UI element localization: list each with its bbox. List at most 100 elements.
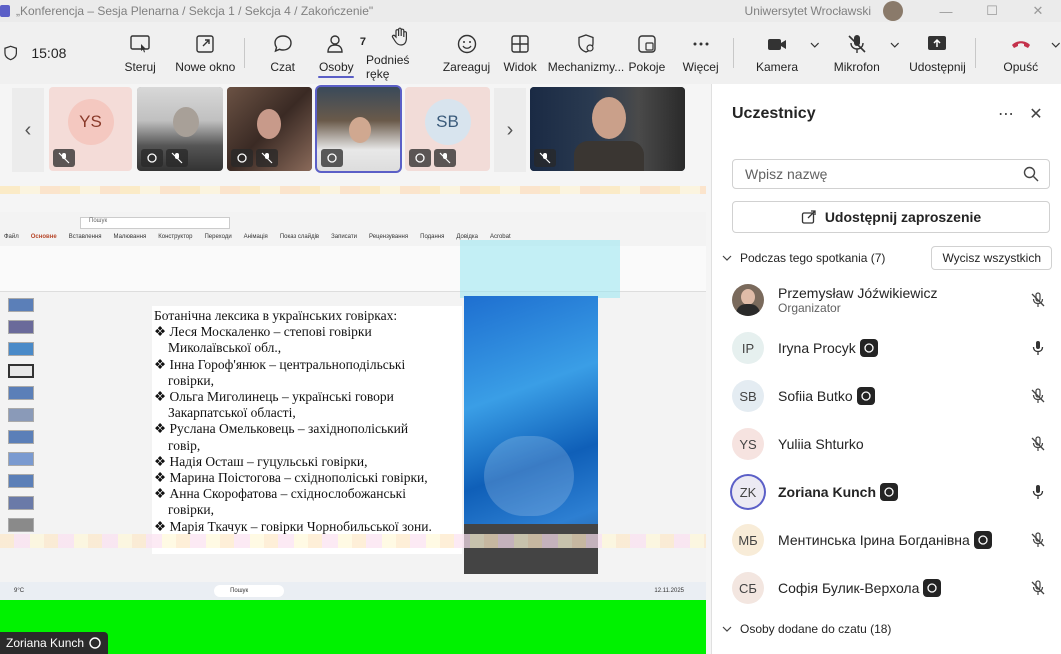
- share-invite-label: Udostępnij zaproszenie: [824, 209, 982, 225]
- pop-out-icon: [196, 34, 214, 53]
- view-label: Widok: [503, 59, 537, 74]
- video-tile-active-speaker[interactable]: [317, 87, 400, 171]
- participant-name-block: Zoriana Kunch: [778, 483, 1030, 501]
- view-button[interactable]: Widok: [496, 22, 544, 84]
- search-icon: [1023, 166, 1039, 182]
- close-panel-icon[interactable]: ✕: [1021, 104, 1051, 124]
- participant-face: [257, 109, 281, 139]
- react-button[interactable]: Zareaguj: [441, 22, 493, 84]
- share-invite-button[interactable]: Udostępnij zaproszenie: [732, 201, 1050, 233]
- panel-title: Uczestnicy: [732, 105, 816, 122]
- ppt-menu-item: Записати: [331, 234, 357, 240]
- scroll-right-button[interactable]: ›: [494, 88, 526, 172]
- video-tile[interactable]: SB: [405, 87, 490, 171]
- leave-label: Opuść: [1003, 59, 1039, 74]
- slide-thumbnail: [8, 364, 34, 378]
- hand-raised-icon: [923, 579, 942, 597]
- smiley-icon: [457, 34, 476, 53]
- maximize-icon[interactable]: ☐: [969, 3, 1015, 19]
- leave-options-chevron-icon[interactable]: [1051, 40, 1061, 50]
- windows-taskbar: 9°C Пошук 12.11.2025: [0, 582, 706, 600]
- control-icon: [130, 34, 150, 52]
- more-options-icon[interactable]: ⋯: [991, 104, 1021, 124]
- participant-row[interactable]: ZK Zoriana Kunch: [732, 468, 1052, 516]
- ppt-menu-item: Основне: [30, 234, 57, 240]
- share-screen-icon: [928, 35, 947, 50]
- hand-raised-icon: [856, 387, 875, 405]
- mute-all-button[interactable]: Wycisz wszystkich: [931, 246, 1052, 270]
- steruj-button[interactable]: Steruj: [112, 22, 169, 84]
- slide-line: ❖ Леся Москаленко – степові говірки: [154, 324, 372, 340]
- slide-line: ❖ Інна Гороф'янюк – центральноподільські: [154, 356, 406, 372]
- video-tile[interactable]: [137, 87, 223, 171]
- participant-name: Zoriana Kunch: [778, 484, 877, 500]
- leave-button[interactable]: Opuść: [994, 22, 1047, 84]
- share-button[interactable]: Udostępnij: [908, 22, 967, 84]
- ppt-menu-item: Малювання: [113, 234, 147, 240]
- chevron-down-icon: [722, 255, 732, 261]
- ppt-title-bar: Пошук: [0, 212, 706, 234]
- video-tile[interactable]: YS: [49, 87, 132, 171]
- mic-off-icon: [256, 149, 278, 167]
- close-window-icon[interactable]: ✕: [1015, 3, 1061, 19]
- video-tile[interactable]: [530, 87, 685, 171]
- taskbar-date: 12.11.2025: [654, 588, 684, 594]
- raise-hand-label: Podnieś rękę: [366, 52, 410, 81]
- raise-hand-button[interactable]: Podnieś rękę: [366, 22, 435, 84]
- hand-raised-icon: [141, 149, 163, 167]
- toolbar-divider: [975, 38, 977, 68]
- hand-icon: [392, 27, 408, 46]
- participant-row[interactable]: МБ Ментинська Ірина Богданівна: [732, 516, 1052, 564]
- slide-line: говірки,: [168, 372, 214, 388]
- camera-options-chevron-icon[interactable]: [810, 40, 820, 50]
- chat-added-section-header[interactable]: Osoby dodane do czatu (18): [722, 622, 891, 636]
- mic-off-icon: [434, 149, 456, 167]
- toolbar-divider: [733, 38, 735, 68]
- more-button[interactable]: Więcej: [676, 22, 726, 84]
- participant-list: Przemysław Jóźwikiewicz Organizator IP I…: [732, 276, 1052, 612]
- window-title: „Konferencja – Sesja Plenarna / Sekcja 1…: [16, 4, 374, 18]
- participant-row[interactable]: Przemysław Jóźwikiewicz Organizator: [732, 276, 1052, 324]
- scroll-left-button[interactable]: ‹: [12, 88, 44, 172]
- avatar: [732, 284, 764, 316]
- mic-on-icon: [1032, 341, 1044, 355]
- account-avatar[interactable]: [883, 1, 903, 21]
- microphone-button[interactable]: Mikrofon: [827, 22, 886, 84]
- people-button[interactable]: 7 Osoby: [311, 22, 366, 84]
- participant-name-block: Sofiia Butko: [778, 387, 1030, 405]
- participant-search-input[interactable]: Wpisz nazwę: [732, 159, 1050, 189]
- steruj-label: Steruj: [124, 59, 156, 74]
- ppt-menu-item: Рецензування: [369, 234, 409, 240]
- in-meeting-section-header[interactable]: Podczas tego spotkania (7) Wycisz wszyst…: [722, 246, 1052, 270]
- slide-thumbnail: [8, 430, 34, 444]
- participant-row[interactable]: СБ Софія Булик-Верхола: [732, 564, 1052, 612]
- slide-line: ❖ Надія Осташ – гуцульські говірки,: [154, 453, 368, 469]
- slide-thumbnail: [8, 342, 34, 356]
- camera-button[interactable]: Kamera: [748, 22, 805, 84]
- mic-options-chevron-icon[interactable]: [890, 40, 900, 50]
- participant-face: [173, 107, 199, 137]
- slide-line: ❖ Руслана Омельковець – західнополіський: [154, 421, 409, 437]
- chat-button[interactable]: Czat: [259, 22, 307, 84]
- mic-off-icon: [53, 149, 75, 167]
- participant-name: Przemysław Jóźwikiewicz: [778, 285, 938, 301]
- video-tile[interactable]: [227, 87, 312, 171]
- participant-row[interactable]: YS Yuliia Shturko: [732, 420, 1052, 468]
- slide-line: Закарпатської області,: [168, 405, 296, 421]
- meeting-toolbar: 15:08 Steruj Nowe okno Czat 7 Osoby Podn…: [0, 22, 1061, 84]
- slide-thumbnail: [8, 298, 34, 312]
- mechanisms-button[interactable]: Mechanizmy...: [548, 22, 624, 84]
- new-window-label: Nowe okno: [175, 59, 236, 74]
- rooms-label: Pokoje: [628, 59, 666, 74]
- presenter-name: Zoriana Kunch: [6, 636, 85, 650]
- participant-row[interactable]: SB Sofiia Butko: [732, 372, 1052, 420]
- rooms-button[interactable]: Pokoje: [624, 22, 670, 84]
- minimize-icon[interactable]: —: [923, 4, 969, 19]
- people-icon: [327, 34, 343, 53]
- new-window-button[interactable]: Nowe okno: [175, 22, 236, 84]
- participant-name: Iryna Procyk: [778, 340, 856, 356]
- participant-row[interactable]: IP Iryna Procyk: [732, 324, 1052, 372]
- participant-role: Organizator: [778, 301, 841, 315]
- camera-icon: [768, 38, 787, 50]
- participant-name-block: Yuliia Shturko: [778, 436, 1030, 452]
